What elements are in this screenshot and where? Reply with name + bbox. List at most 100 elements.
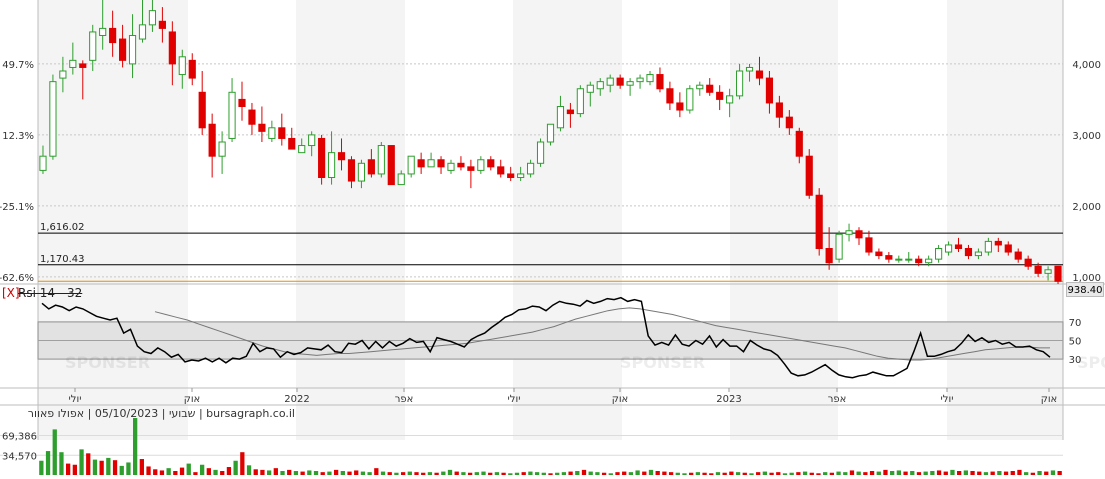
candle-body [387, 145, 395, 186]
candle-body [308, 134, 316, 147]
volume-bar [957, 471, 962, 475]
volume-bar [950, 469, 955, 475]
volume-bar [273, 468, 278, 475]
volume-bar [662, 471, 667, 475]
candle-body [288, 137, 296, 150]
volume-bar [59, 452, 64, 475]
candle-body [128, 35, 137, 65]
candle-body [1014, 251, 1022, 260]
candle-body [39, 155, 47, 171]
volume-bar [642, 471, 647, 475]
volume-bar [1037, 471, 1042, 475]
volume-bar [1044, 471, 1049, 475]
volume-bar [588, 471, 593, 475]
candle-body [885, 255, 893, 260]
candle-body [974, 251, 982, 257]
candle-body [785, 116, 793, 129]
watermark: SPONSER [620, 353, 705, 372]
volume-bar [997, 471, 1002, 475]
volume-bar [92, 459, 98, 475]
candle-body [825, 248, 833, 264]
candle-body [984, 240, 992, 253]
volume-bar [936, 470, 942, 475]
candle-body [327, 152, 336, 178]
candle-body [954, 244, 963, 249]
candle-body [507, 173, 515, 178]
volume-bar [206, 468, 211, 475]
volume-bar [66, 463, 71, 475]
volume-bar [52, 429, 57, 475]
candle-body [527, 162, 535, 175]
candle-body [805, 155, 813, 196]
volume-bar [340, 471, 345, 475]
volume-bar [146, 466, 151, 475]
candle-body [238, 98, 246, 108]
volume-bar [159, 470, 165, 475]
volume-bar [99, 460, 104, 475]
rsi-axis-tick-label: 50 [1069, 337, 1082, 348]
pct-axis-tick-label: -25.1% [0, 202, 34, 213]
column-shade [38, 0, 188, 440]
volume-bar [179, 467, 185, 475]
x-axis-tick-label: אפר [828, 394, 847, 405]
volume-bar [528, 471, 533, 475]
candle-body [795, 130, 803, 157]
volume-bar [622, 471, 627, 475]
candle-body [447, 162, 455, 171]
candle-body [1004, 244, 1012, 253]
candle-body [706, 84, 714, 93]
candle-body [477, 159, 485, 171]
volume-bar [139, 459, 144, 475]
candle-body [716, 91, 724, 100]
candle-body [1054, 265, 1062, 282]
candle-body [337, 152, 346, 161]
volume-bar [447, 469, 453, 475]
volume-bar [1050, 470, 1056, 475]
volume-bar [333, 469, 339, 475]
volume-bar [568, 471, 573, 475]
price-axis-tick-label: 4,000 [1072, 60, 1101, 71]
candle-body [726, 95, 734, 104]
volume-bar [253, 469, 258, 475]
candle-body [427, 159, 435, 168]
volume-axis-tick-label: 34,570 [2, 451, 37, 462]
volume-bar [199, 464, 205, 475]
x-axis-tick-label: 2022 [284, 394, 309, 405]
candle-body [775, 102, 783, 118]
candle-body [606, 77, 614, 86]
volume-bar [226, 467, 232, 475]
volume-bar [186, 463, 191, 475]
volume-bar [930, 471, 935, 475]
last-price-tag: 938.40 [1066, 282, 1104, 297]
volume-bar [300, 471, 305, 475]
volume-bar [213, 469, 218, 475]
volume-bar [581, 469, 587, 475]
candle-body [49, 81, 57, 157]
candle-body [218, 141, 226, 157]
volume-bar [762, 471, 768, 475]
volume-bar [441, 471, 446, 475]
candle-body [815, 194, 823, 249]
volume-bar [132, 418, 138, 475]
volume-bar [836, 471, 841, 475]
rsi-axis-tick-label: 70 [1069, 318, 1082, 329]
candle-body [616, 77, 624, 86]
rsi-indicator-label: Rsi 14 - 32 [18, 286, 83, 300]
column-shade [513, 0, 622, 440]
candle-body [198, 91, 206, 129]
candle-body [905, 258, 913, 261]
volume-bar [481, 471, 486, 475]
volume-bar [802, 471, 808, 475]
volume-bar [313, 471, 319, 475]
candle-body [69, 59, 77, 68]
pct-axis-tick-label: -62.6% [0, 273, 34, 284]
x-axis-tick-label: אוק [612, 394, 629, 405]
level-label: 1,616.02 [40, 222, 85, 233]
candle-body [437, 159, 445, 168]
candle-body [546, 123, 555, 143]
close-indicator-button[interactable]: [X] [2, 286, 20, 300]
candle-body [556, 106, 565, 129]
x-axis-tick-label: 2023 [716, 394, 741, 405]
x-axis-tick-label: יולי [508, 394, 521, 405]
volume-bar [240, 452, 245, 475]
